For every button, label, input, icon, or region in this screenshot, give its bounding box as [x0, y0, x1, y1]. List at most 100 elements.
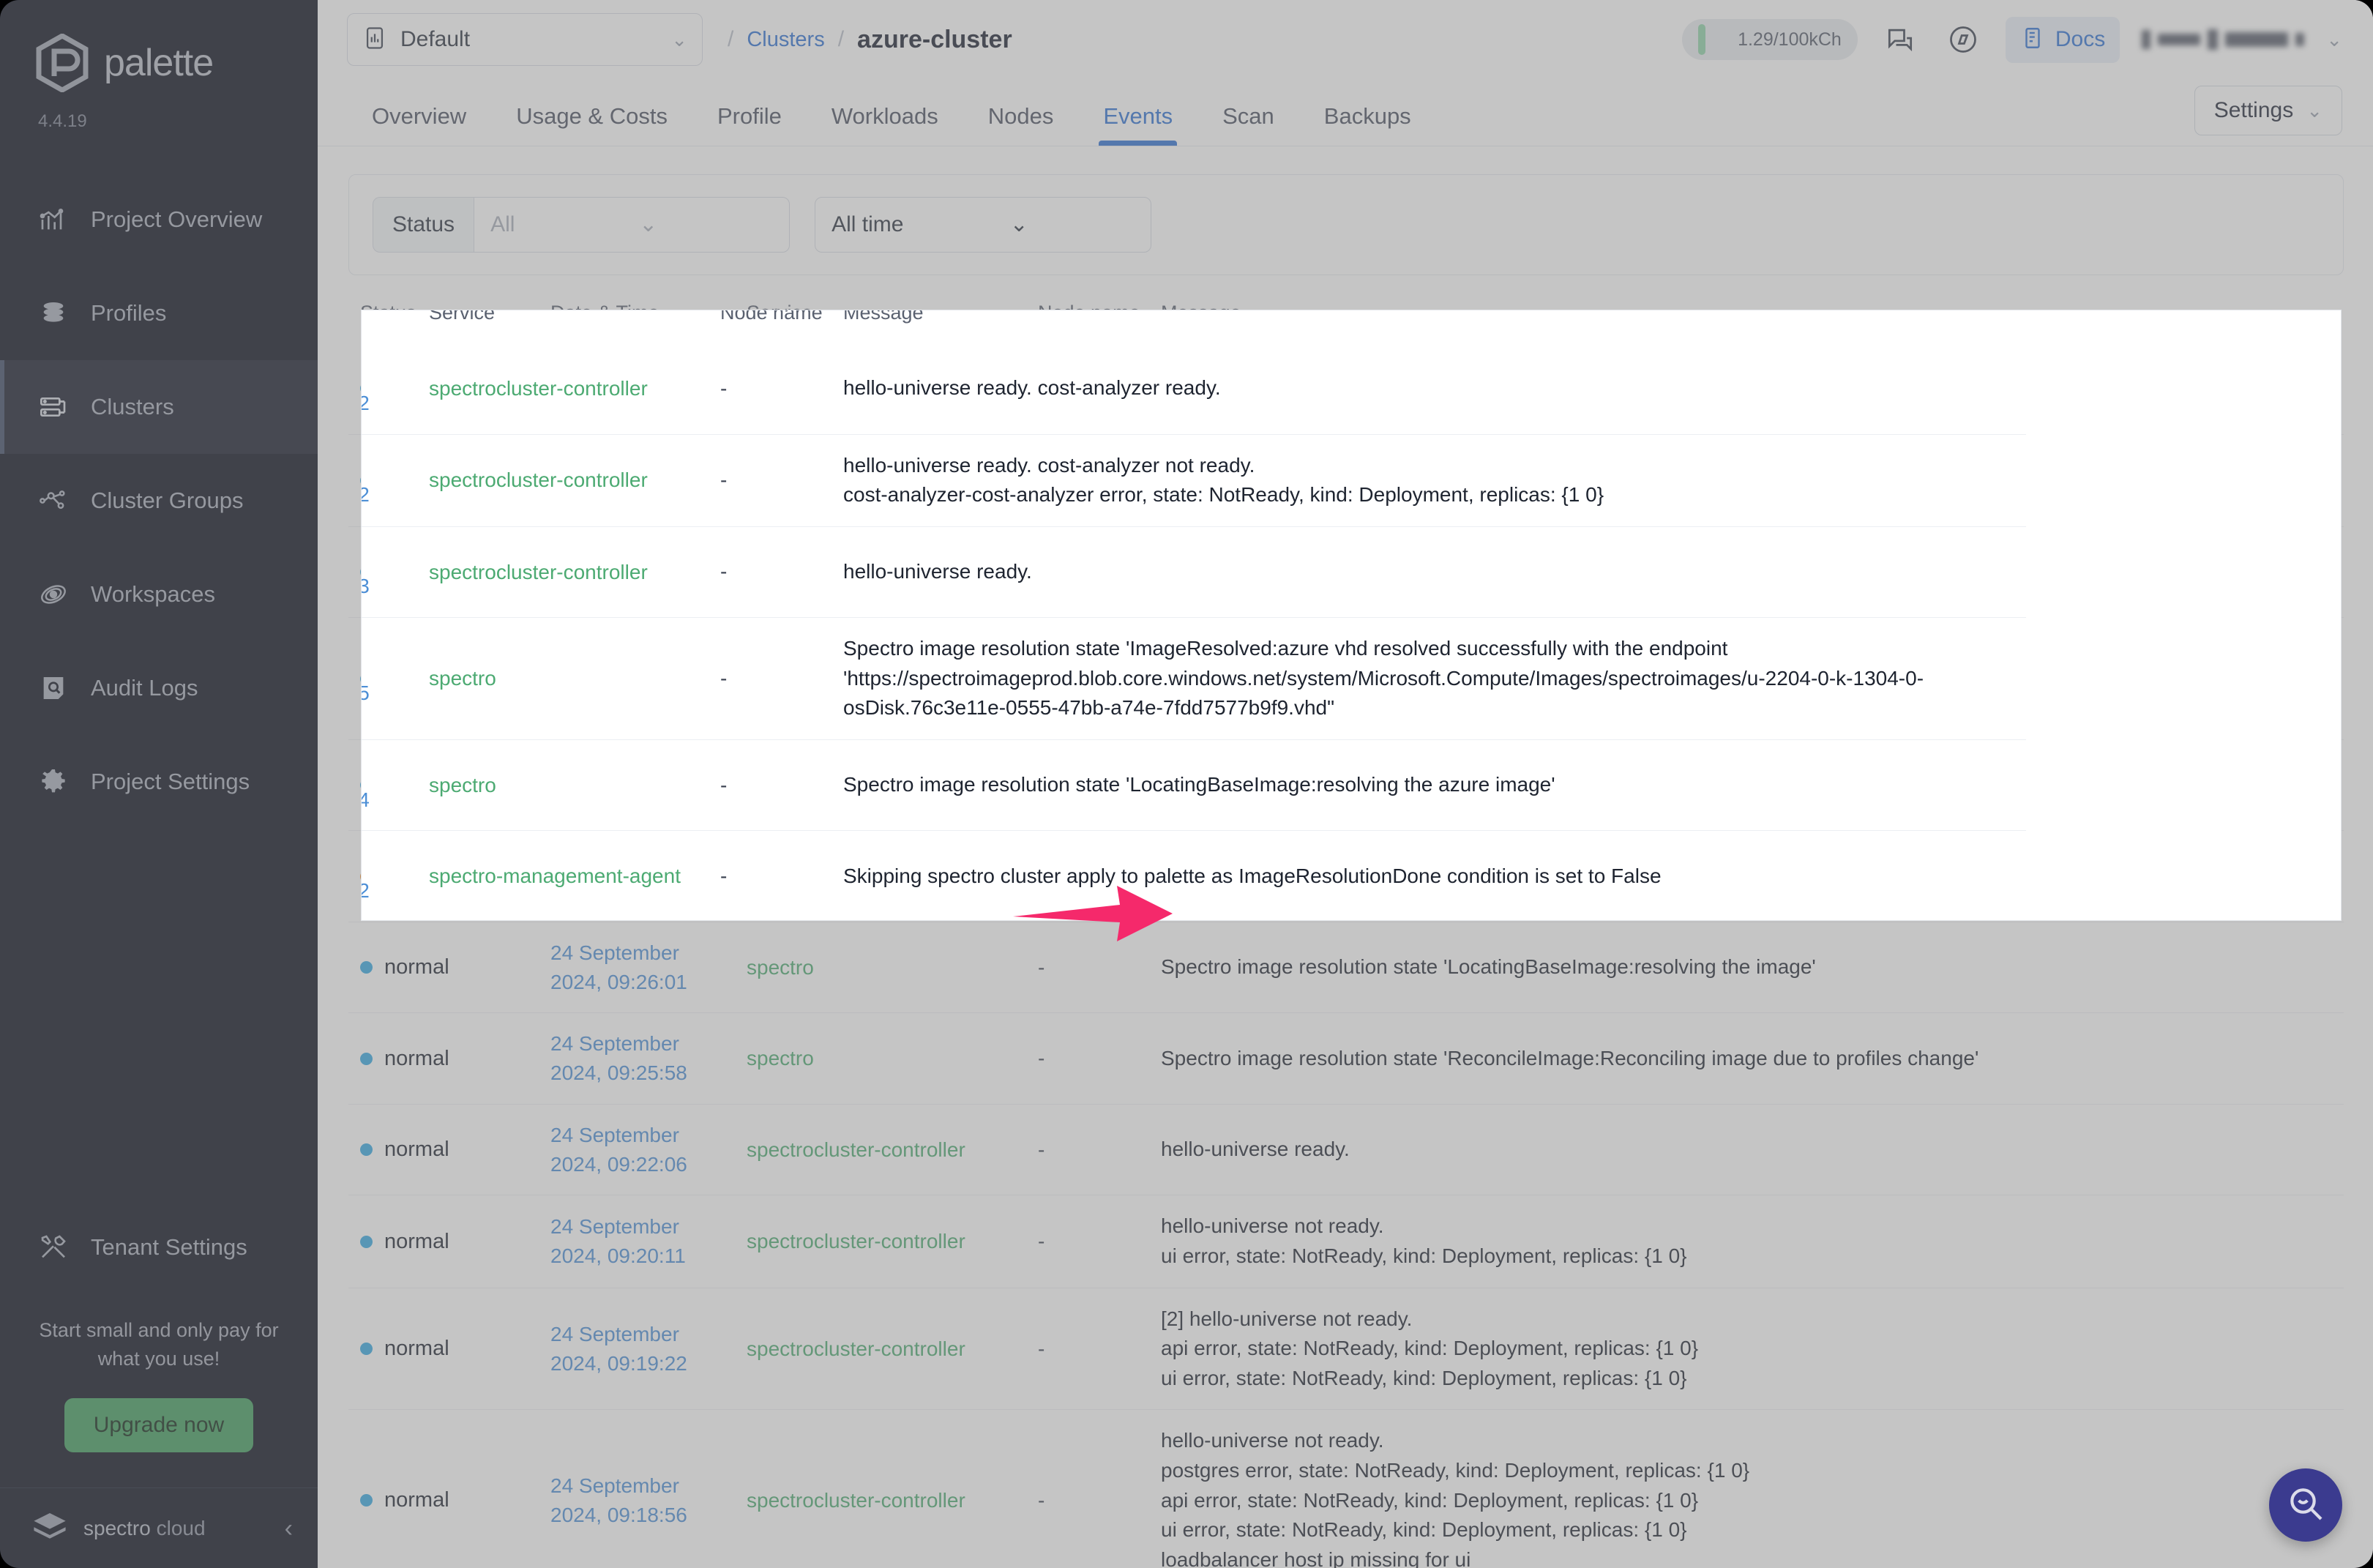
cell-datetime[interactable]: 24 September2024, 09:33:12	[550, 359, 747, 418]
tab-nodes[interactable]: Nodes	[963, 103, 1079, 146]
status-badge-dot	[360, 1053, 373, 1065]
sidebar-item-clusters[interactable]: Clusters	[0, 360, 318, 454]
page-title: azure-cluster	[857, 26, 1012, 54]
tab-backups[interactable]: Backups	[1299, 103, 1436, 146]
table-row[interactable]: normal 24 September2024, 09:22:06spectroc…	[348, 1105, 2344, 1196]
sidebar-item-tenant-settings[interactable]: Tenant Settings	[0, 1201, 318, 1294]
cell-datetime[interactable]: 24 September2024, 09:19:22	[550, 1320, 747, 1378]
status-badge: normal	[384, 955, 449, 979]
user-menu-chevron-down-icon[interactable]: ⌄	[2326, 30, 2342, 49]
settings-button-label: Settings	[2214, 98, 2293, 123]
sidebar-item-project-overview[interactable]: Project Overview	[0, 173, 318, 266]
sidebar-nav: Project Overview Profiles	[0, 173, 318, 829]
status-badge: normal	[384, 1138, 449, 1162]
cell-service[interactable]: spectrocluster-controller	[747, 1135, 1038, 1165]
cell-service[interactable]: spectrocluster-controller	[747, 1486, 1038, 1515]
table-row[interactable]: normal24 September2024, 09:26:05spectro-…	[348, 618, 2344, 740]
table-row[interactable]: normal 24 September2024, 09:26:04spectro-…	[348, 740, 2344, 832]
cell-datetime[interactable]: 24 September2024, 09:28:12	[550, 451, 747, 509]
sidebar-item-workspaces[interactable]: Workspaces	[0, 548, 318, 641]
cell-status: normal	[360, 468, 550, 493]
status-badge-dot	[360, 382, 373, 395]
cell-message: Spectro image resolution state 'ImageRes…	[1161, 634, 2344, 723]
cell-service[interactable]: spectrocluster-controller	[747, 1227, 1038, 1256]
chat-bubbles-icon[interactable]	[1880, 19, 1921, 60]
sidebar-collapse-button[interactable]: ‹	[285, 1516, 293, 1541]
cell-service[interactable]: spectro	[747, 953, 1038, 982]
status-badge: warning	[384, 865, 459, 889]
cell-datetime[interactable]: 24 September2024, 09:26:01	[550, 938, 747, 997]
status-badge: normal	[384, 773, 449, 797]
message-line: postgres error, state: NotReady, kind: D…	[1161, 1456, 2325, 1486]
sidebar-item-label: Clusters	[91, 394, 174, 420]
cell-service[interactable]: spectrocluster-controller	[747, 466, 1038, 495]
server-rack-icon	[38, 392, 69, 422]
table-row[interactable]: normal24 September2024, 09:26:01spectro-…	[348, 922, 2344, 1014]
cell-node-name: -	[1038, 774, 1161, 797]
time-range-select[interactable]: All time ⌄	[815, 197, 1151, 253]
time-range-value: All time	[832, 212, 1010, 237]
table-row[interactable]: normal24 September2024, 09:28:12spectroc…	[348, 435, 2344, 527]
cell-service[interactable]: spectrocluster-controller	[747, 558, 1038, 587]
table-row[interactable]: normal24 September2024, 09:19:22spectroc…	[348, 1288, 2344, 1411]
upgrade-now-button[interactable]: Upgrade now	[64, 1398, 253, 1452]
status-badge-dot	[360, 474, 373, 487]
tab-usage-costs[interactable]: Usage & Costs	[491, 103, 692, 146]
sidebar-item-label: Cluster Groups	[91, 488, 243, 514]
sidebar-item-audit-logs[interactable]: Audit Logs	[0, 641, 318, 735]
chevron-down-icon: ⌄	[671, 30, 687, 49]
cell-service[interactable]: spectro-management-agent	[747, 862, 1038, 891]
breadcrumb-clusters-link[interactable]: Clusters	[747, 28, 824, 52]
cell-datetime[interactable]: 24 September2024, 09:26:13	[550, 543, 747, 602]
message-line: api error, state: NotReady, kind: Deploy…	[1161, 1334, 2325, 1364]
compass-icon[interactable]	[1943, 19, 1984, 60]
tab-overview[interactable]: Overview	[347, 103, 491, 146]
table-row[interactable]: normal24 September2024, 09:18:56spectroc…	[348, 1410, 2344, 1568]
tab-profile[interactable]: Profile	[692, 103, 807, 146]
sidebar-footer: spectro cloud ‹	[0, 1487, 318, 1568]
search-fab-button[interactable]	[2269, 1468, 2342, 1542]
cell-datetime[interactable]: 24 September2024, 09:22:06	[550, 1121, 747, 1179]
cell-datetime[interactable]: 24 September2024, 09:18:56	[550, 1471, 747, 1530]
tab-events[interactable]: Events	[1078, 103, 1197, 146]
message-line: cost-analyzer-cost-analyzer error, state…	[1161, 480, 2325, 510]
tab-workloads[interactable]: Workloads	[807, 103, 963, 146]
cell-message: hello-universe not ready.postgres error,…	[1161, 1426, 2344, 1568]
annotation-arrow-icon	[1010, 878, 1178, 949]
sidebar-item-profiles[interactable]: Profiles	[0, 266, 318, 360]
palette-logo-text: palette	[104, 41, 213, 85]
cell-service[interactable]: spectro	[747, 1044, 1038, 1073]
table-row[interactable]: normal24 September2024, 09:26:13spectroc…	[348, 527, 2344, 619]
cell-service[interactable]: spectro	[747, 664, 1038, 693]
message-line: api error, state: NotReady, kind: Deploy…	[1161, 1486, 2325, 1516]
palette-logo[interactable]: palette	[0, 0, 318, 92]
cell-datetime[interactable]: 24 September2024, 09:26:02	[550, 847, 747, 906]
table-row[interactable]: normal24 September2024, 09:20:11spectroc…	[348, 1195, 2344, 1288]
tab-scan[interactable]: Scan	[1197, 103, 1299, 146]
message-line: hello-universe ready. cost-analyzer not …	[1161, 451, 2325, 481]
project-selector[interactable]: Default ⌄	[347, 13, 703, 66]
docs-button[interactable]: Docs	[2006, 17, 2120, 63]
user-account-name[interactable]	[2142, 25, 2304, 54]
sidebar-item-cluster-groups[interactable]: Cluster Groups	[0, 454, 318, 548]
table-row[interactable]: warning 24 September2024, 09:26:02spectro…	[348, 831, 2344, 922]
cell-service[interactable]: spectro	[747, 771, 1038, 800]
cell-status: normal	[360, 1230, 550, 1254]
app-version: 4.4.19	[0, 92, 318, 132]
events-content: Status All ⌄ All time ⌄ Status Date & Ti…	[318, 146, 2373, 1568]
cell-datetime[interactable]: 24 September2024, 09:26:04	[550, 756, 747, 815]
settings-button[interactable]: Settings ⌄	[2194, 86, 2342, 135]
cell-service[interactable]: spectrocluster-controller	[747, 374, 1038, 403]
table-row[interactable]: normal24 September2024, 09:33:12spectroc…	[348, 343, 2344, 435]
status-filter[interactable]: Status All ⌄	[373, 197, 790, 253]
sidebar-item-project-settings[interactable]: Project Settings	[0, 735, 318, 829]
spectro-cloud-logo-icon	[32, 1511, 67, 1545]
status-filter-select[interactable]: All ⌄	[474, 197, 790, 253]
cell-datetime[interactable]: 24 September2024, 09:20:11	[550, 1212, 747, 1271]
cell-datetime[interactable]: 24 September2024, 09:25:58	[550, 1029, 747, 1088]
chevron-down-icon: ⌄	[639, 214, 773, 236]
table-row[interactable]: normal24 September2024, 09:25:58spectro-…	[348, 1013, 2344, 1105]
cell-datetime[interactable]: 24 September2024, 09:26:05	[550, 649, 747, 708]
sidebar-item-label: Project Settings	[91, 769, 250, 795]
cell-service[interactable]: spectrocluster-controller	[747, 1334, 1038, 1364]
